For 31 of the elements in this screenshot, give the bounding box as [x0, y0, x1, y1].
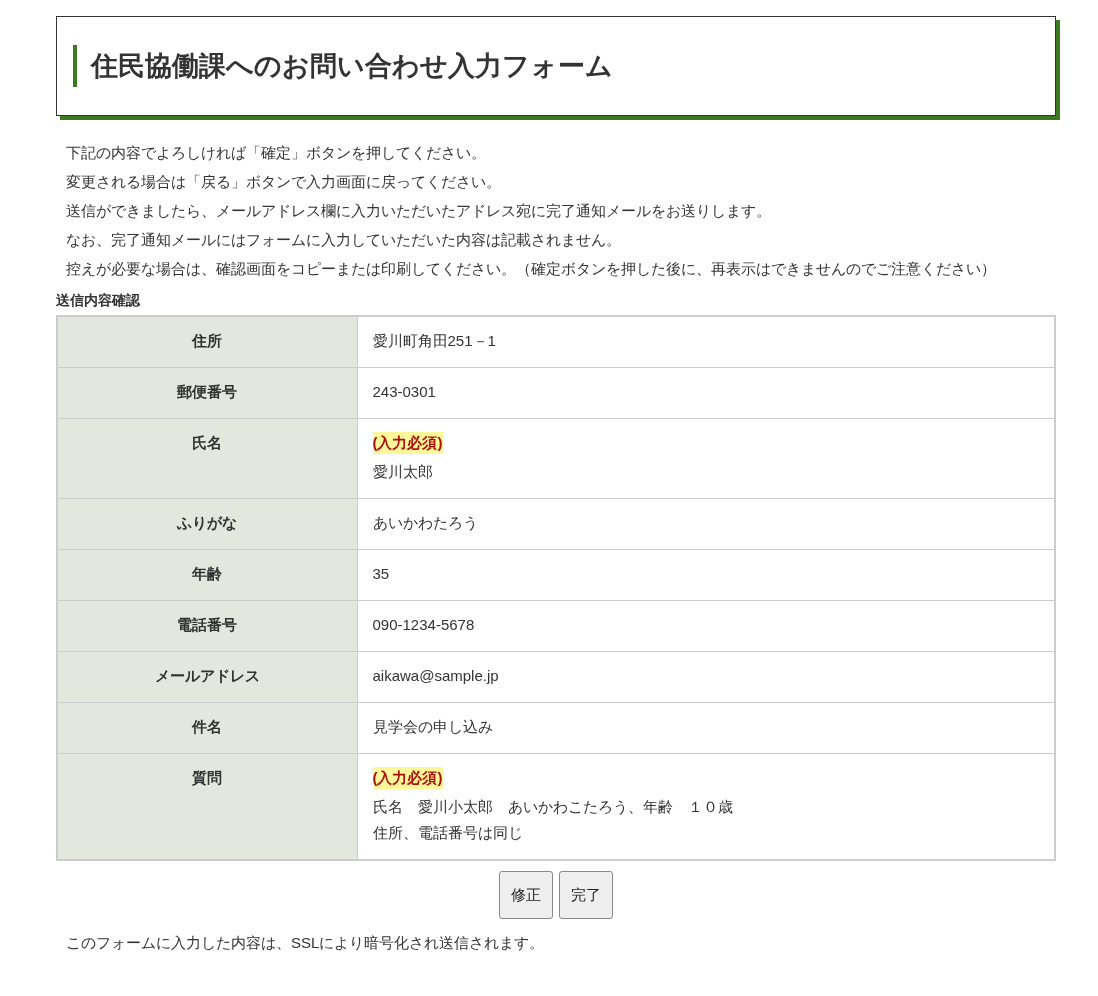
value-text: 愛川太郎: [372, 463, 433, 480]
field-label: 郵便番号: [57, 367, 357, 419]
value-text: 氏名 愛川小太郎 あいかわこたろう、年齢 １０歳: [372, 798, 733, 815]
section-title: 送信内容確認: [56, 291, 141, 310]
field-label: 年齢: [57, 549, 357, 601]
instruction-text: 送信ができましたら、メールアドレス欄に入力いただいたアドレス宛に完了通知メールをお送りします。: [66, 201, 772, 221]
page-title: 住民協働課へのお問い合わせ入力フォーム: [73, 45, 613, 87]
instruction-text: 下記の内容でよろしければ「確定」ボタンを押してください。: [66, 143, 487, 163]
value-text: 243-0301: [372, 383, 436, 400]
value-text: あいかわたろう: [372, 514, 478, 531]
field-label: 質問: [57, 753, 357, 860]
instruction-text: 変更される場合は「戻る」ボタンで入力画面に戻ってください。: [66, 172, 502, 192]
field-label: 住所: [57, 316, 357, 368]
instruction-text: 控えが必要な場合は、確認画面をコピーまたは印刷してください。（確定ボタンを押した後に、再表示はできませんのでご注意ください）: [66, 259, 997, 279]
value-text: 見学会の申し込み: [372, 718, 493, 735]
field-label: 氏名: [57, 418, 357, 499]
form-button[interactable]: 完了: [559, 871, 613, 919]
value-text: 35: [372, 565, 390, 582]
value-text: 090-1234-5678: [372, 616, 475, 633]
field-label: ふりがな: [57, 498, 357, 550]
field-label: メールアドレス: [57, 651, 357, 703]
instruction-text: なお、完了通知メールにはフォームに入力していただいた内容は記載されません。: [66, 230, 622, 250]
required-badge: (入力必須): [372, 767, 443, 789]
form-button[interactable]: 修正: [499, 871, 553, 919]
value-text: 愛川町角田251－1: [372, 332, 496, 349]
field-label: 件名: [57, 702, 357, 754]
required-badge: (入力必須): [372, 432, 443, 454]
value-text: aikawa@sample.jp: [372, 667, 499, 684]
value-text: 住所、電話番号は同じ: [372, 824, 523, 841]
footer-note: このフォームに入力した内容は、SSLにより暗号化され送信されます。: [65, 933, 546, 953]
field-label: 電話番号: [57, 600, 357, 652]
